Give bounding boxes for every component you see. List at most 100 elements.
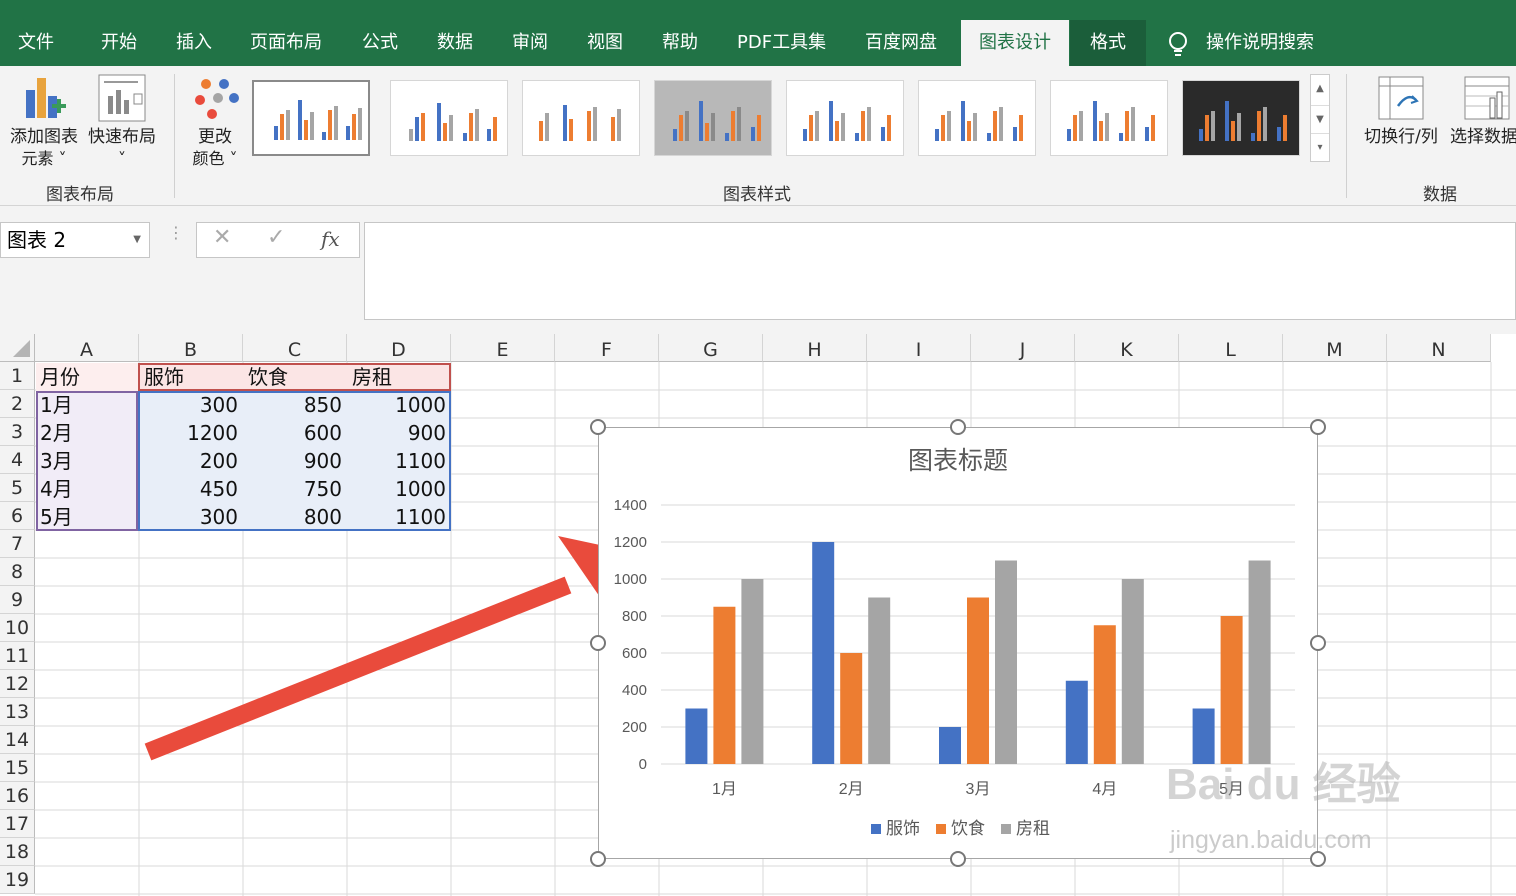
cell-d2[interactable]: 1000	[348, 391, 450, 419]
cell-c5[interactable]: 750	[244, 475, 346, 503]
cell-d6[interactable]: 1100	[348, 503, 450, 531]
row-header-3[interactable]: 3	[0, 418, 35, 446]
row-header-7[interactable]: 7	[0, 530, 35, 558]
resize-handle-bottom[interactable]	[950, 851, 966, 867]
column-header-g[interactable]: G	[659, 334, 763, 362]
chart-style-6[interactable]	[918, 80, 1036, 156]
column-header-d[interactable]: D	[347, 334, 451, 362]
row-header-17[interactable]: 17	[0, 810, 35, 838]
column-header-f[interactable]: F	[555, 334, 659, 362]
resize-handle-bottom-left[interactable]	[590, 851, 606, 867]
tab-view[interactable]: 视图	[587, 30, 623, 56]
cell-b3[interactable]: 1200	[140, 419, 242, 447]
row-header-16[interactable]: 16	[0, 782, 35, 810]
scroll-down-icon[interactable]: ▼	[1311, 105, 1329, 133]
resize-handle-left[interactable]	[590, 635, 606, 651]
tab-insert[interactable]: 插入	[176, 30, 212, 56]
column-header-l[interactable]: L	[1179, 334, 1283, 362]
tab-chart-design[interactable]: 图表设计	[961, 20, 1069, 66]
cell-a6[interactable]: 5月	[36, 503, 138, 531]
tab-pdf-tools[interactable]: PDF工具集	[737, 30, 826, 56]
column-header-m[interactable]: M	[1283, 334, 1387, 362]
cell-d1[interactable]: 房租	[348, 363, 450, 391]
tab-page-layout[interactable]: 页面布局	[250, 30, 322, 56]
formula-input[interactable]	[364, 222, 1516, 320]
name-box[interactable]: 图表 2 ▼	[0, 222, 150, 258]
cell-b1[interactable]: 服饰	[140, 363, 242, 391]
cell-d5[interactable]: 1000	[348, 475, 450, 503]
row-header-18[interactable]: 18	[0, 838, 35, 866]
select-all-corner[interactable]	[0, 334, 35, 362]
resize-handle-top[interactable]	[950, 419, 966, 435]
scroll-up-icon[interactable]: ▲	[1311, 75, 1329, 103]
chart-style-7[interactable]	[1050, 80, 1168, 156]
row-header-2[interactable]: 2	[0, 390, 35, 418]
cell-a1[interactable]: 月份	[36, 363, 138, 391]
change-colors-button[interactable]: 更改 颜色 ˅	[184, 74, 246, 178]
chart-style-4[interactable]	[654, 80, 772, 156]
select-data-button[interactable]: 选择数据	[1446, 74, 1516, 154]
quick-layout-button[interactable]: 快速布局 ˅	[84, 74, 160, 178]
row-header-14[interactable]: 14	[0, 726, 35, 754]
column-header-j[interactable]: J	[971, 334, 1075, 362]
row-header-12[interactable]: 12	[0, 670, 35, 698]
row-header-13[interactable]: 13	[0, 698, 35, 726]
column-header-a[interactable]: A	[35, 334, 139, 362]
cell-c2[interactable]: 850	[244, 391, 346, 419]
formula-bar-grip[interactable]: ⋮	[168, 225, 184, 241]
cell-a4[interactable]: 3月	[36, 447, 138, 475]
cell-d4[interactable]: 1100	[348, 447, 450, 475]
row-header-15[interactable]: 15	[0, 754, 35, 782]
insert-function-icon[interactable]: fx	[321, 227, 340, 251]
column-header-n[interactable]: N	[1387, 334, 1491, 362]
tab-baidu-netdisk[interactable]: 百度网盘	[865, 30, 937, 56]
row-header-8[interactable]: 8	[0, 558, 35, 586]
column-header-k[interactable]: K	[1075, 334, 1179, 362]
cell-c3[interactable]: 600	[244, 419, 346, 447]
tab-data[interactable]: 数据	[437, 30, 473, 56]
style-gallery-scroller[interactable]: ▲ ▼ ▾	[1310, 74, 1330, 162]
enter-icon[interactable]: ✓	[267, 225, 285, 250]
tab-format[interactable]: 格式	[1070, 20, 1146, 66]
switch-row-column-button[interactable]: 切换行/列	[1358, 74, 1444, 154]
gallery-more-icon[interactable]: ▾	[1311, 133, 1329, 161]
row-header-4[interactable]: 4	[0, 446, 35, 474]
cell-a5[interactable]: 4月	[36, 475, 138, 503]
row-header-9[interactable]: 9	[0, 586, 35, 614]
column-header-i[interactable]: I	[867, 334, 971, 362]
chart-style-3[interactable]	[522, 80, 640, 156]
chart-style-8[interactable]	[1182, 80, 1300, 156]
chart-style-2[interactable]	[390, 80, 508, 156]
tab-review[interactable]: 审阅	[512, 30, 548, 56]
column-header-h[interactable]: H	[763, 334, 867, 362]
cell-b6[interactable]: 300	[140, 503, 242, 531]
row-header-1[interactable]: 1	[0, 362, 35, 390]
column-header-e[interactable]: E	[451, 334, 555, 362]
cancel-icon[interactable]: ✕	[213, 225, 231, 250]
tab-help[interactable]: 帮助	[662, 30, 698, 56]
resize-handle-top-right[interactable]	[1310, 419, 1326, 435]
chart-style-1[interactable]	[252, 80, 370, 156]
cell-a2[interactable]: 1月	[36, 391, 138, 419]
resize-handle-right[interactable]	[1310, 635, 1326, 651]
cell-c6[interactable]: 800	[244, 503, 346, 531]
row-header-5[interactable]: 5	[0, 474, 35, 502]
tell-me-search[interactable]: 操作说明搜索	[1206, 30, 1314, 56]
add-chart-element-button[interactable]: 添加图表 元素 ˅	[6, 74, 82, 178]
resize-handle-top-left[interactable]	[590, 419, 606, 435]
chevron-down-icon[interactable]: ▼	[133, 223, 141, 257]
cell-c4[interactable]: 900	[244, 447, 346, 475]
row-header-11[interactable]: 11	[0, 642, 35, 670]
cell-b5[interactable]: 450	[140, 475, 242, 503]
cell-c1[interactable]: 饮食	[244, 363, 346, 391]
row-header-6[interactable]: 6	[0, 502, 35, 530]
row-header-10[interactable]: 10	[0, 614, 35, 642]
tab-formulas[interactable]: 公式	[362, 30, 398, 56]
column-header-b[interactable]: B	[139, 334, 243, 362]
tab-home[interactable]: 开始	[101, 30, 137, 56]
cell-b4[interactable]: 200	[140, 447, 242, 475]
cell-b2[interactable]: 300	[140, 391, 242, 419]
chart-title[interactable]: 图表标题	[908, 447, 1008, 475]
tab-file[interactable]: 文件	[18, 30, 54, 56]
chart-style-5[interactable]	[786, 80, 904, 156]
